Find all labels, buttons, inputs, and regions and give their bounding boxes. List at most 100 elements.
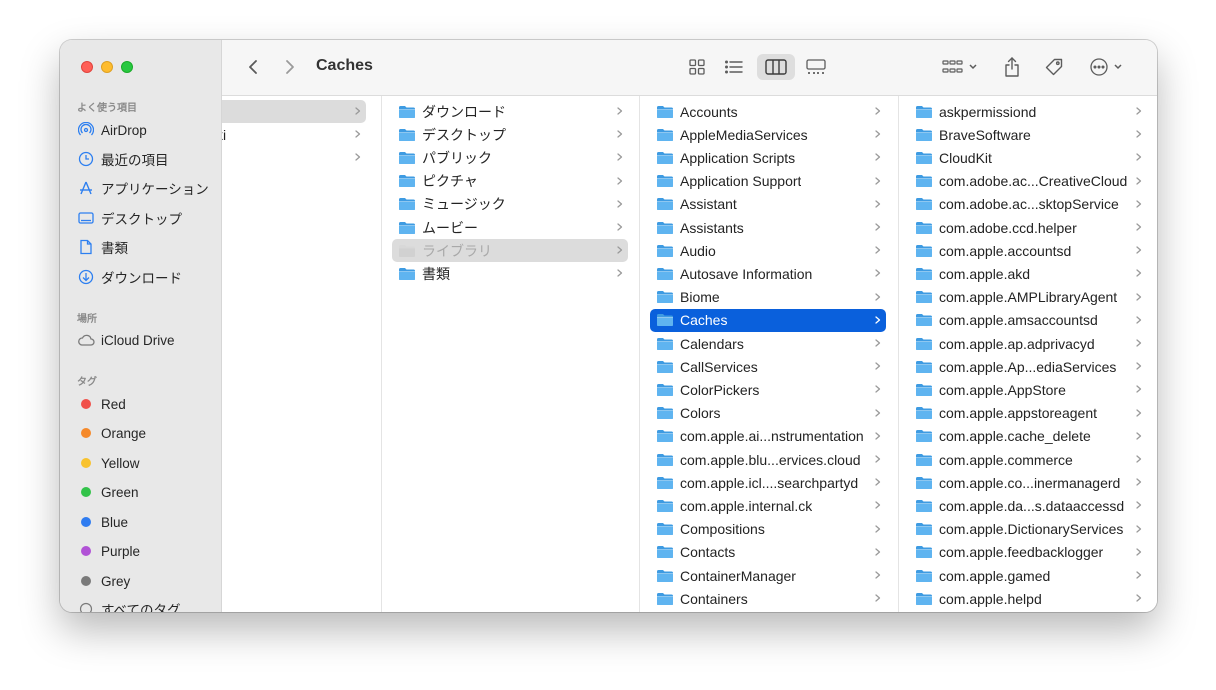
list-view-button[interactable] — [719, 54, 749, 80]
back-button[interactable] — [242, 56, 264, 78]
list-item[interactable]: Audio — [650, 239, 886, 262]
list-item[interactable]: com.apple.AMPLibraryAgent — [909, 286, 1147, 309]
folder-icon — [399, 244, 415, 257]
tag-blue[interactable]: Blue — [72, 510, 218, 534]
list-item[interactable]: com.apple.AppStore — [909, 378, 1147, 401]
list-item[interactable]: ContainerManager — [650, 564, 886, 587]
list-item[interactable]: ki — [222, 123, 366, 146]
share-button[interactable] — [999, 53, 1025, 81]
group-by-button[interactable] — [938, 54, 982, 80]
list-item[interactable]: ムービー — [392, 216, 628, 239]
list-item[interactable]: com.apple.blu...ervices.cloud — [650, 448, 886, 471]
list-item[interactable] — [222, 146, 366, 169]
item-label: com.apple.da...s.dataaccessd — [939, 497, 1125, 514]
item-label: ColorPickers — [680, 381, 760, 398]
close-button[interactable] — [81, 61, 93, 73]
list-item[interactable]: askpermissiond — [909, 100, 1147, 123]
tag-orange[interactable]: Orange — [72, 421, 218, 445]
list-item[interactable]: ColorPickers — [650, 378, 886, 401]
list-item[interactable]: Assistant — [650, 193, 886, 216]
list-item[interactable]: com.apple.gamed — [909, 564, 1147, 587]
sidebar-item-icloud-drive[interactable]: iCloud Drive — [72, 328, 218, 352]
action-menu-button[interactable] — [1084, 54, 1128, 80]
list-item[interactable]: デスクトップ — [392, 123, 628, 146]
tag-button[interactable] — [1041, 54, 1067, 80]
list-item[interactable]: com.adobe.ac...CreativeCloud — [909, 170, 1147, 193]
list-item[interactable]: com.apple.internal.ck — [650, 494, 886, 517]
list-item[interactable]: Autosave Information — [650, 262, 886, 285]
forward-button[interactable] — [279, 56, 301, 78]
list-item[interactable]: com.apple.co...inermanagerd — [909, 471, 1147, 494]
list-item[interactable]: Containers — [650, 587, 886, 610]
toolbar: Caches — [222, 40, 1157, 96]
list-item[interactable]: Biome — [650, 286, 886, 309]
sidebar-item-recents[interactable]: 最近の項目 — [72, 147, 218, 171]
folder-icon — [657, 383, 673, 396]
sidebar-item-all-tags[interactable]: すべてのタグ — [72, 597, 218, 612]
chevron-right-icon — [875, 130, 881, 138]
list-item[interactable]: com.apple.ap.adprivacyd — [909, 332, 1147, 355]
item-label: com.apple.feedbacklogger — [939, 544, 1104, 561]
sidebar-item-applications[interactable]: アプリケーション — [72, 176, 218, 200]
item-label: ダウンロード — [422, 103, 506, 120]
column-view-button[interactable] — [757, 54, 795, 80]
folder-icon — [657, 453, 673, 466]
list-item[interactable]: Accounts — [650, 100, 886, 123]
list-item[interactable]: com.apple.DictionaryServices — [909, 518, 1147, 541]
list-item[interactable]: 書類 — [392, 262, 628, 285]
list-item[interactable]: com.apple.amsaccountsd — [909, 309, 1147, 332]
list-item[interactable]: com.apple.ai...nstrumentation — [650, 425, 886, 448]
sidebar-item-desktop[interactable]: デスクトップ — [72, 206, 218, 230]
tag-icon — [1045, 58, 1063, 76]
list-item[interactable]: com.adobe.ccd.helper — [909, 216, 1147, 239]
list-item[interactable]: ライブラリ — [392, 239, 628, 263]
list-item[interactable]: Caches — [650, 308, 886, 332]
icon-view-button[interactable] — [682, 54, 712, 80]
list-item[interactable]: BraveSoftware — [909, 123, 1147, 146]
list-item[interactable]: com.apple.da...s.dataaccessd — [909, 494, 1147, 517]
zoom-button[interactable] — [121, 61, 133, 73]
list-item[interactable]: Assistants — [650, 216, 886, 239]
list-item[interactable]: com.apple.akd — [909, 262, 1147, 285]
list-item[interactable]: ピクチャ — [392, 170, 628, 193]
list-item[interactable]: com.adobe.ac...sktopService — [909, 193, 1147, 216]
sidebar-label: アプリケーション — [101, 182, 209, 197]
list-item[interactable]: com.apple.accountsd — [909, 239, 1147, 262]
list-item[interactable]: ダウンロード — [392, 100, 628, 123]
list-item[interactable]: Colors — [650, 402, 886, 425]
list-item[interactable]: com.apple.commerce — [909, 448, 1147, 471]
list-item[interactable]: com.apple.cache_delete — [909, 425, 1147, 448]
sidebar-item-documents[interactable]: 書類 — [72, 235, 218, 259]
minimize-button[interactable] — [101, 61, 113, 73]
list-item[interactable] — [222, 100, 366, 123]
sidebar-item-airdrop[interactable]: AirDrop — [72, 118, 218, 142]
folder-icon — [657, 592, 673, 605]
gallery-view-button[interactable] — [800, 54, 832, 80]
list-item[interactable]: Application Support — [650, 170, 886, 193]
list-item[interactable]: ミュージック — [392, 193, 628, 216]
tag-red[interactable]: Red — [72, 392, 218, 416]
list-item[interactable]: CallServices — [650, 355, 886, 378]
list-item[interactable]: com.apple.Ap...ediaServices — [909, 355, 1147, 378]
tag-purple[interactable]: Purple — [72, 539, 218, 563]
list-item[interactable]: Contacts — [650, 541, 886, 564]
list-item[interactable]: com.apple.feedbacklogger — [909, 541, 1147, 564]
item-label: com.apple.ai...nstrumentation — [680, 428, 864, 445]
folder-icon — [399, 151, 415, 164]
list-item[interactable]: com.apple.helpd — [909, 587, 1147, 610]
tag-yellow[interactable]: Yellow — [72, 451, 218, 475]
list-icon — [725, 60, 743, 74]
list-item[interactable]: Application Scripts — [650, 146, 886, 169]
list-item[interactable]: Compositions — [650, 518, 886, 541]
sidebar-item-downloads[interactable]: ダウンロード — [72, 265, 218, 289]
list-item[interactable]: AppleMediaServices — [650, 123, 886, 146]
list-item[interactable]: Calendars — [650, 332, 886, 355]
list-item[interactable]: パブリック — [392, 146, 628, 169]
list-item[interactable]: com.apple.icl....searchpartyd — [650, 471, 886, 494]
tag-green[interactable]: Green — [72, 480, 218, 504]
list-item[interactable]: com.apple.appstoreagent — [909, 402, 1147, 425]
chevron-right-icon — [1136, 548, 1142, 556]
list-item[interactable]: CloudKit — [909, 146, 1147, 169]
tag-grey[interactable]: Grey — [72, 569, 218, 593]
chevron-right-icon — [875, 594, 881, 602]
